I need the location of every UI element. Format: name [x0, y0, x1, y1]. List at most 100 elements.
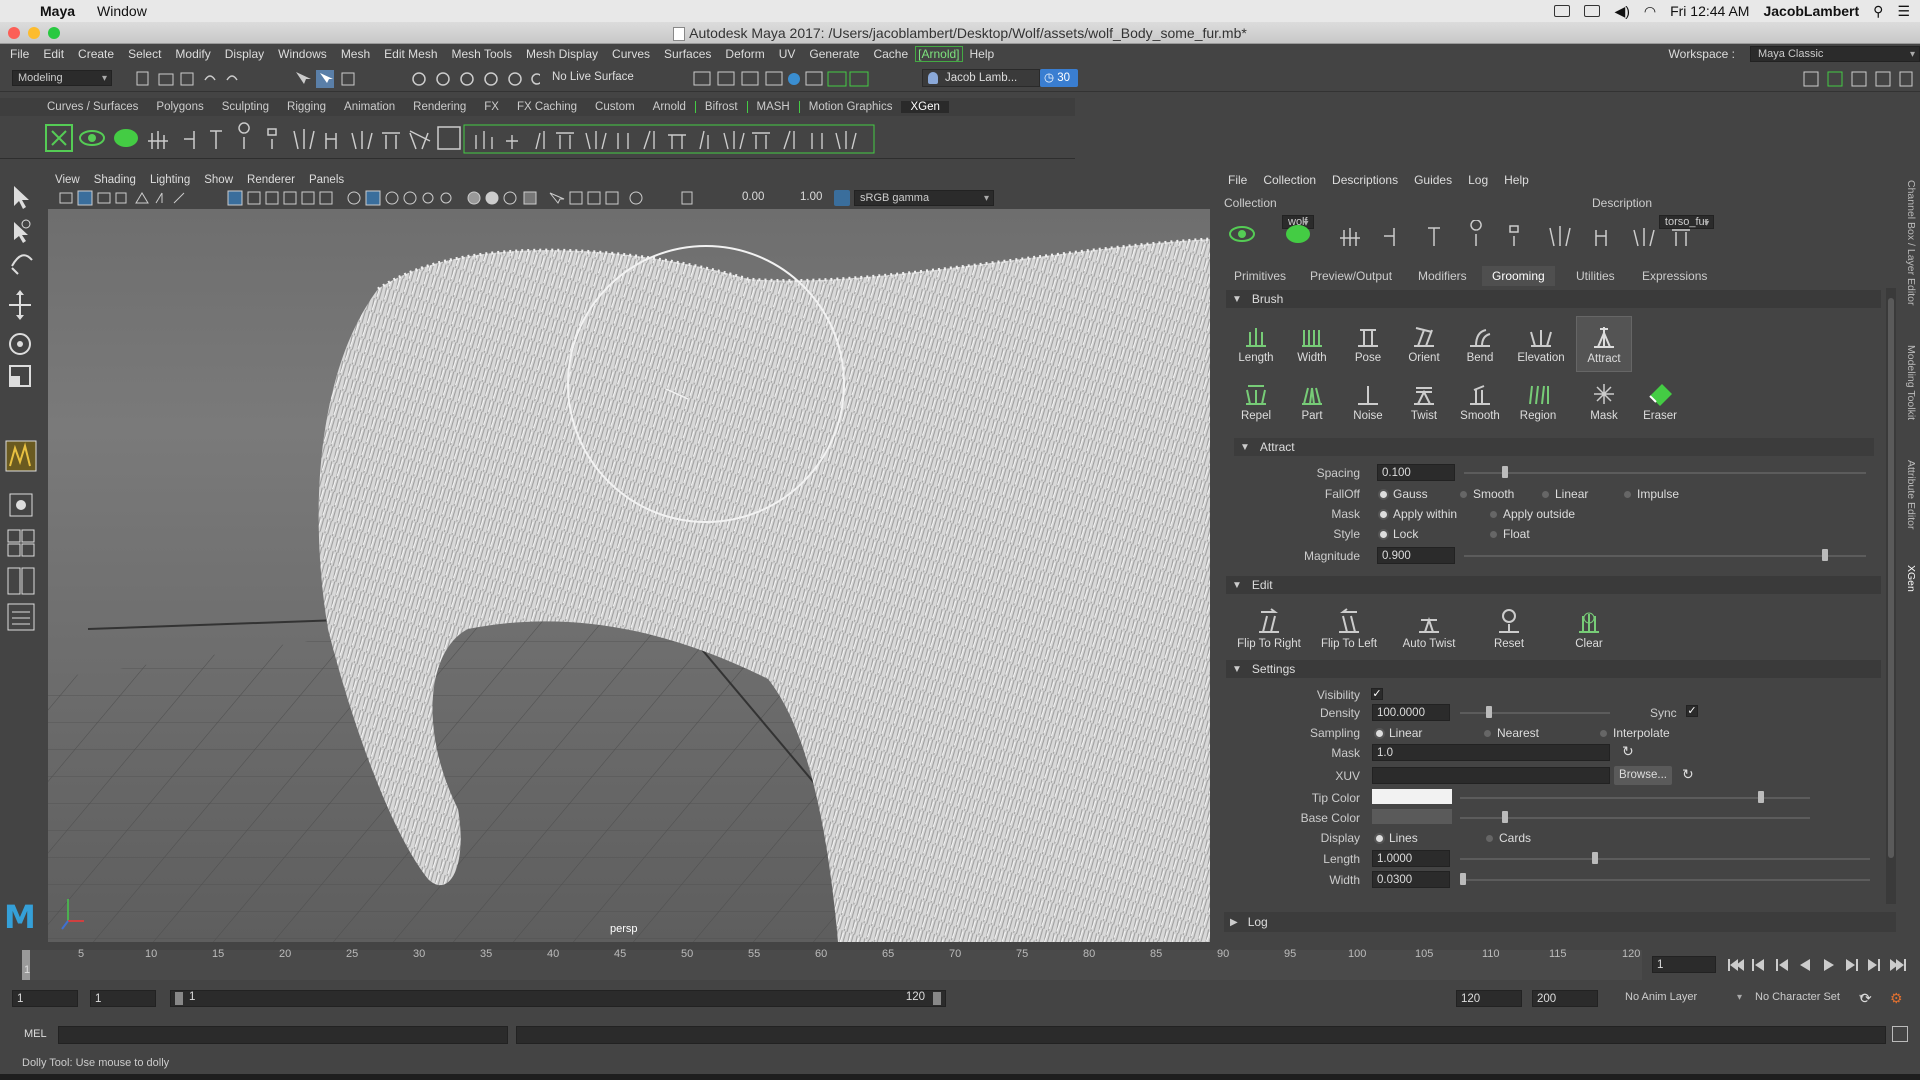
- shelf-tab-rendering[interactable]: Rendering: [404, 101, 475, 113]
- auto-key-icon[interactable]: ⟳: [1860, 990, 1872, 1007]
- brush-orient[interactable]: Orient: [1396, 316, 1452, 372]
- shelf-tab-rigging[interactable]: Rigging: [278, 101, 335, 113]
- live-surface-field[interactable]: No Live Surface: [552, 71, 634, 83]
- length-slider-handle[interactable]: [1592, 852, 1598, 864]
- shelf-tab-curves-surfaces[interactable]: Curves / Surfaces: [38, 101, 147, 113]
- sync-checkbox[interactable]: ✓: [1686, 705, 1698, 717]
- display-lines-radio[interactable]: Lines: [1376, 831, 1418, 845]
- zoom-window-button[interactable]: [48, 27, 60, 39]
- grooming-scrollbar[interactable]: [1886, 288, 1896, 904]
- shelf-tab-animation[interactable]: Animation: [335, 101, 404, 113]
- brush-eraser[interactable]: Eraser: [1632, 374, 1688, 430]
- exposure-field[interactable]: 0.00: [738, 189, 780, 206]
- scene-start-field[interactable]: 1: [12, 990, 78, 1007]
- brush-elevation[interactable]: Elevation: [1510, 316, 1572, 372]
- settings-section-header[interactable]: ▼ Settings: [1226, 660, 1881, 678]
- flip-to-left-button[interactable]: Flip To Left: [1314, 602, 1384, 658]
- menu-surfaces[interactable]: Surfaces: [657, 47, 718, 61]
- vp-menu-lighting[interactable]: Lighting: [143, 174, 197, 186]
- time-slider-track[interactable]: [22, 950, 1642, 980]
- mask-expression-icon[interactable]: ↻: [1622, 743, 1634, 760]
- selection-mode-icons[interactable]: [292, 70, 372, 88]
- width-slider-handle[interactable]: [1460, 873, 1466, 885]
- length-slider-track[interactable]: [1460, 858, 1870, 860]
- tab-modifiers[interactable]: Modifiers: [1408, 266, 1477, 286]
- xgen-menu-descriptions[interactable]: Descriptions: [1324, 173, 1406, 187]
- brush-repel[interactable]: Repel: [1228, 374, 1284, 430]
- shelf-tab-fx[interactable]: FX: [475, 101, 508, 113]
- brush-smooth[interactable]: Smooth: [1452, 374, 1508, 430]
- xgen-menu-file[interactable]: File: [1220, 173, 1255, 187]
- sampling-linear-radio[interactable]: Linear: [1376, 726, 1422, 740]
- brush-mask[interactable]: Mask: [1576, 374, 1632, 430]
- spacing-slider-handle[interactable]: [1502, 466, 1508, 478]
- menu-uv[interactable]: UV: [772, 47, 803, 61]
- xgen-menu-collection[interactable]: Collection: [1255, 173, 1324, 187]
- menu-edit[interactable]: Edit: [36, 47, 71, 61]
- brush-attract[interactable]: Attract: [1576, 316, 1632, 372]
- falloff-impulse-radio[interactable]: Impulse: [1624, 487, 1679, 501]
- xgen-menu-guides[interactable]: Guides: [1406, 173, 1460, 187]
- sampling-interpolate-radio[interactable]: Interpolate: [1600, 726, 1670, 740]
- notifications-badge[interactable]: ◷ 30: [1040, 69, 1078, 87]
- density-slider-handle[interactable]: [1486, 706, 1492, 718]
- vp-menu-show[interactable]: Show: [197, 174, 240, 186]
- xuv-expression-icon[interactable]: ↻: [1682, 766, 1694, 783]
- apply-outside-radio[interactable]: Apply outside: [1490, 507, 1575, 521]
- vp-menu-view[interactable]: View: [48, 174, 87, 186]
- length-field[interactable]: 1.0000: [1372, 850, 1450, 867]
- tab-utilities[interactable]: Utilities: [1566, 266, 1625, 286]
- anim-prefs-icon[interactable]: ⚙: [1890, 990, 1903, 1007]
- shelf-tab-sculpting[interactable]: Sculpting: [213, 101, 278, 113]
- spotlight-icon[interactable]: ⚲: [1873, 3, 1883, 20]
- vp-menu-shading[interactable]: Shading: [87, 174, 143, 186]
- notification-center-icon[interactable]: ☰: [1897, 3, 1910, 20]
- shelf-tab-fx-caching[interactable]: FX Caching: [508, 101, 586, 113]
- menu-arnold[interactable]: [Arnold]: [915, 46, 963, 62]
- falloff-smooth-radio[interactable]: Smooth: [1460, 487, 1514, 501]
- vp-menu-renderer[interactable]: Renderer: [240, 174, 302, 186]
- account-dropdown[interactable]: Jacob Lamb...: [922, 69, 1040, 87]
- density-slider-track[interactable]: [1460, 712, 1610, 714]
- visibility-checkbox[interactable]: ✓: [1371, 688, 1383, 700]
- tab-primitives[interactable]: Primitives: [1224, 266, 1296, 286]
- xgen-shelf-tool-icons[interactable]: [44, 121, 1074, 157]
- workspace-dropdown[interactable]: Maya Classic: [1750, 46, 1920, 62]
- brush-bend[interactable]: Bend: [1452, 316, 1508, 372]
- tip-color-swatch[interactable]: [1372, 789, 1452, 804]
- brush-width[interactable]: Width: [1284, 316, 1340, 372]
- auto-twist-button[interactable]: Auto Twist: [1394, 602, 1464, 658]
- shelf-tab-xgen[interactable]: XGen: [901, 101, 949, 113]
- side-tab-channel-box[interactable]: Channel Box / Layer Editor: [1905, 180, 1917, 306]
- width-slider-track[interactable]: [1460, 879, 1870, 881]
- settings-mask-field[interactable]: 1.0: [1372, 744, 1610, 761]
- edit-section-header[interactable]: ▼ Edit: [1226, 576, 1881, 594]
- spacing-field[interactable]: 0.100: [1377, 464, 1455, 481]
- gamma-field[interactable]: 1.00: [796, 189, 838, 206]
- base-color-slider-handle[interactable]: [1502, 811, 1508, 823]
- app-name[interactable]: Maya: [40, 3, 75, 19]
- mel-label[interactable]: MEL: [24, 1028, 47, 1040]
- range-end-handle[interactable]: [933, 992, 941, 1005]
- sampling-nearest-radio[interactable]: Nearest: [1484, 726, 1539, 740]
- menu-generate[interactable]: Generate: [802, 47, 866, 61]
- brush-pose[interactable]: Pose: [1340, 316, 1396, 372]
- base-color-slider-track[interactable]: [1460, 817, 1810, 819]
- playback-end-field[interactable]: 120: [1456, 990, 1522, 1007]
- current-frame-field[interactable]: 1: [1652, 956, 1716, 973]
- xgen-menu-log[interactable]: Log: [1460, 173, 1496, 187]
- menu-curves[interactable]: Curves: [605, 47, 657, 61]
- menu-create[interactable]: Create: [71, 47, 121, 61]
- volume-icon[interactable]: ◀): [1614, 3, 1629, 20]
- side-tab-xgen[interactable]: XGen: [1905, 565, 1917, 592]
- brush-region[interactable]: Region: [1510, 374, 1566, 430]
- menu-mesh[interactable]: Mesh: [334, 47, 377, 61]
- menu-window[interactable]: Window: [97, 3, 147, 19]
- menu-file[interactable]: File: [0, 47, 36, 61]
- style-lock-radio[interactable]: Lock: [1380, 527, 1418, 541]
- toolbox-icons[interactable]: [0, 176, 43, 836]
- brush-section-header[interactable]: ▼ Brush: [1226, 290, 1881, 308]
- tab-preview-output[interactable]: Preview/Output: [1300, 266, 1402, 286]
- menu-display[interactable]: Display: [218, 47, 271, 61]
- magnitude-slider-track[interactable]: [1464, 555, 1866, 557]
